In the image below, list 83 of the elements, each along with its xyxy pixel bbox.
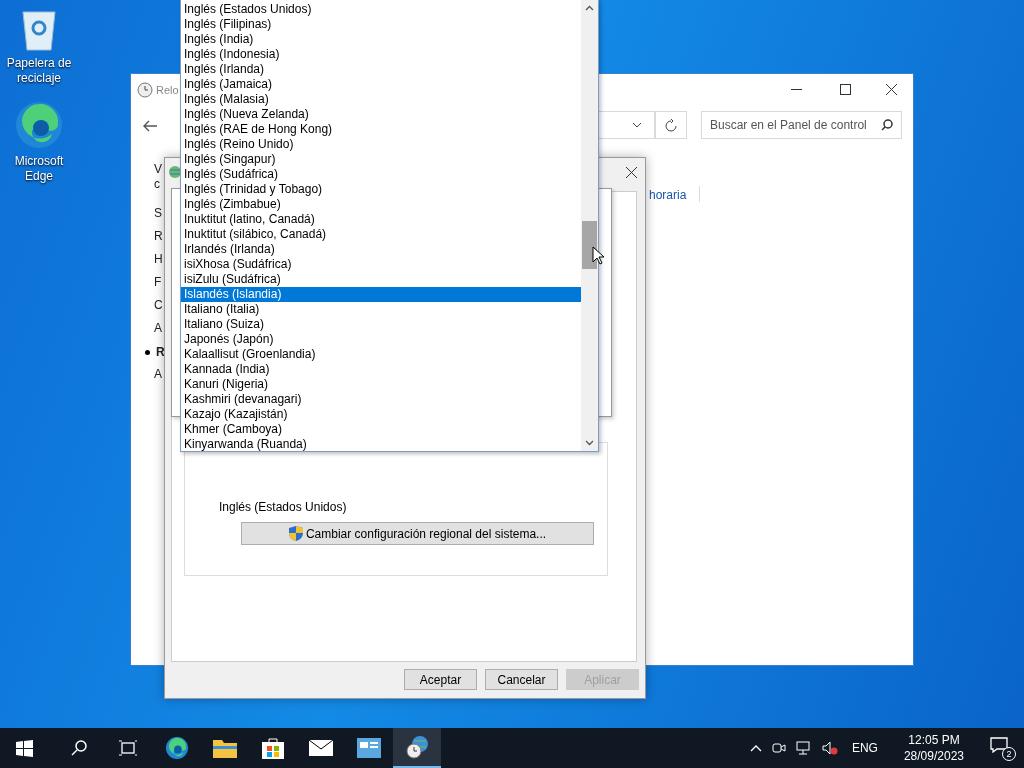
system-locale-value: Inglés (Estados Unidos) xyxy=(219,500,347,514)
list-item[interactable]: Inglés (Irlanda) xyxy=(181,62,581,77)
list-item[interactable]: Inglés (RAE de Hong Kong) xyxy=(181,122,581,137)
scroll-up-icon[interactable] xyxy=(585,5,594,11)
close-icon[interactable] xyxy=(626,167,637,178)
edge-icon[interactable] xyxy=(14,100,64,150)
shield-icon xyxy=(288,526,303,541)
sidebar-link[interactable]: A xyxy=(154,367,162,381)
list-item[interactable]: Kashmiri (devanagari) xyxy=(181,392,581,407)
scrollbar[interactable] xyxy=(581,0,598,451)
list-item[interactable]: Inglés (Nueva Zelanda) xyxy=(181,107,581,122)
search-field[interactable]: Buscar en el Panel de control xyxy=(701,111,902,139)
sidebar-link[interactable]: R xyxy=(156,345,165,359)
task-view-icon[interactable] xyxy=(119,740,137,756)
list-item[interactable]: Kinyarwanda (Ruanda) xyxy=(181,437,581,452)
store-bag-icon xyxy=(262,737,284,759)
clock[interactable]: 12:05 PM 28/09/2023 xyxy=(903,732,964,764)
list-item[interactable]: Inglés (Trinidad y Tobago) xyxy=(181,182,581,197)
window-title: Relo xyxy=(156,84,179,96)
refresh-button[interactable] xyxy=(655,111,687,139)
list-item[interactable]: Kanuri (Nigeria) xyxy=(181,377,581,392)
list-item[interactable]: Inglés (Zimbabue) xyxy=(181,197,581,212)
envelope-icon xyxy=(309,740,333,756)
back-arrow-icon[interactable] xyxy=(143,120,157,132)
desktop-icon-label[interactable]: Microsoft Edge xyxy=(4,154,74,184)
list-item[interactable]: Khmer (Camboya) xyxy=(181,422,581,437)
start-icon[interactable] xyxy=(16,739,33,757)
chevron-down-icon[interactable] xyxy=(632,122,642,128)
notification-badge: 2 xyxy=(1002,747,1016,761)
globe-clock-icon xyxy=(405,735,429,759)
dialog-button[interactable]: Cancelar xyxy=(485,669,558,690)
list-item[interactable]: Inglés (Filipinas) xyxy=(181,17,581,32)
sidebar-link[interactable]: A xyxy=(154,321,162,335)
minimize-icon[interactable] xyxy=(791,89,802,91)
list-item[interactable]: Kannada (India) xyxy=(181,362,581,377)
chevron-up-icon[interactable] xyxy=(749,744,762,752)
scroll-down-icon[interactable] xyxy=(585,440,594,446)
list-item[interactable]: Inglés (Malasia) xyxy=(181,92,581,107)
list-item[interactable]: Inglés (Reino Unido) xyxy=(181,137,581,152)
sidebar-link[interactable]: S xyxy=(154,206,162,220)
sidebar-link[interactable]: H xyxy=(154,252,163,266)
list-item[interactable]: Japonés (Japón) xyxy=(181,332,581,347)
dialog-button[interactable]: Aceptar xyxy=(404,669,477,690)
link[interactable]: horaria xyxy=(649,188,687,202)
network-icon[interactable] xyxy=(795,741,812,755)
sidebar-link[interactable]: C xyxy=(154,298,163,312)
language-indicator[interactable]: ENG xyxy=(851,741,878,755)
globe-icon xyxy=(169,166,181,178)
sidebar-link[interactable]: c xyxy=(154,177,160,191)
change-locale-button[interactable]: Cambiar configuración regional del sistema... xyxy=(241,522,594,545)
notification-icon[interactable] xyxy=(990,737,1008,753)
list-item[interactable]: Inglés (Jamaica) xyxy=(181,77,581,92)
sidebar-link[interactable]: V xyxy=(154,162,162,176)
taskbar-app-button[interactable] xyxy=(393,728,441,768)
folder-icon xyxy=(213,738,237,758)
list-item[interactable]: Kalaallisut (Groenlandia) xyxy=(181,347,581,362)
list-item[interactable]: Inglés (India) xyxy=(181,32,581,47)
clock-icon xyxy=(137,82,153,98)
list-item[interactable]: Irlandés (Irlanda) xyxy=(181,242,581,257)
list-item[interactable]: Inglés (Sudáfrica) xyxy=(181,167,581,182)
search-icon xyxy=(881,119,893,131)
search-icon[interactable] xyxy=(71,740,87,756)
list-item[interactable]: Inglés (Estados Unidos) xyxy=(181,2,581,17)
list-item[interactable]: Inuktitut (latino, Canadá) xyxy=(181,212,581,227)
close-icon[interactable] xyxy=(886,84,897,95)
list-item[interactable]: Islandés (Islandia) xyxy=(181,287,581,302)
list-item[interactable]: Kazajo (Kazajistán) xyxy=(181,407,581,422)
meet-camera-icon[interactable] xyxy=(771,741,786,755)
list-item[interactable]: Italiano (Italia) xyxy=(181,302,581,317)
speaker-muted-icon[interactable] xyxy=(821,741,838,755)
sidebar-link[interactable]: R xyxy=(154,229,163,243)
list-item[interactable]: isiXhosa (Sudáfrica) xyxy=(181,257,581,272)
sidebar-link[interactable]: F xyxy=(154,275,162,289)
list-item[interactable]: Inuktitut (silábico, Canadá) xyxy=(181,227,581,242)
list-item[interactable]: Inglés (Singapur) xyxy=(181,152,581,167)
edge-icon xyxy=(165,736,189,760)
list-item[interactable]: Inglés (Indonesia) xyxy=(181,47,581,62)
control-panel-icon xyxy=(357,738,381,758)
maximize-icon[interactable] xyxy=(840,84,851,95)
refresh-icon xyxy=(665,118,677,132)
list-item[interactable]: Italiano (Suiza) xyxy=(181,317,581,332)
desktop-icon-label[interactable]: Papelera de reciclaje xyxy=(4,56,74,86)
list-item[interactable]: isiZulu (Sudáfrica) xyxy=(181,272,581,287)
